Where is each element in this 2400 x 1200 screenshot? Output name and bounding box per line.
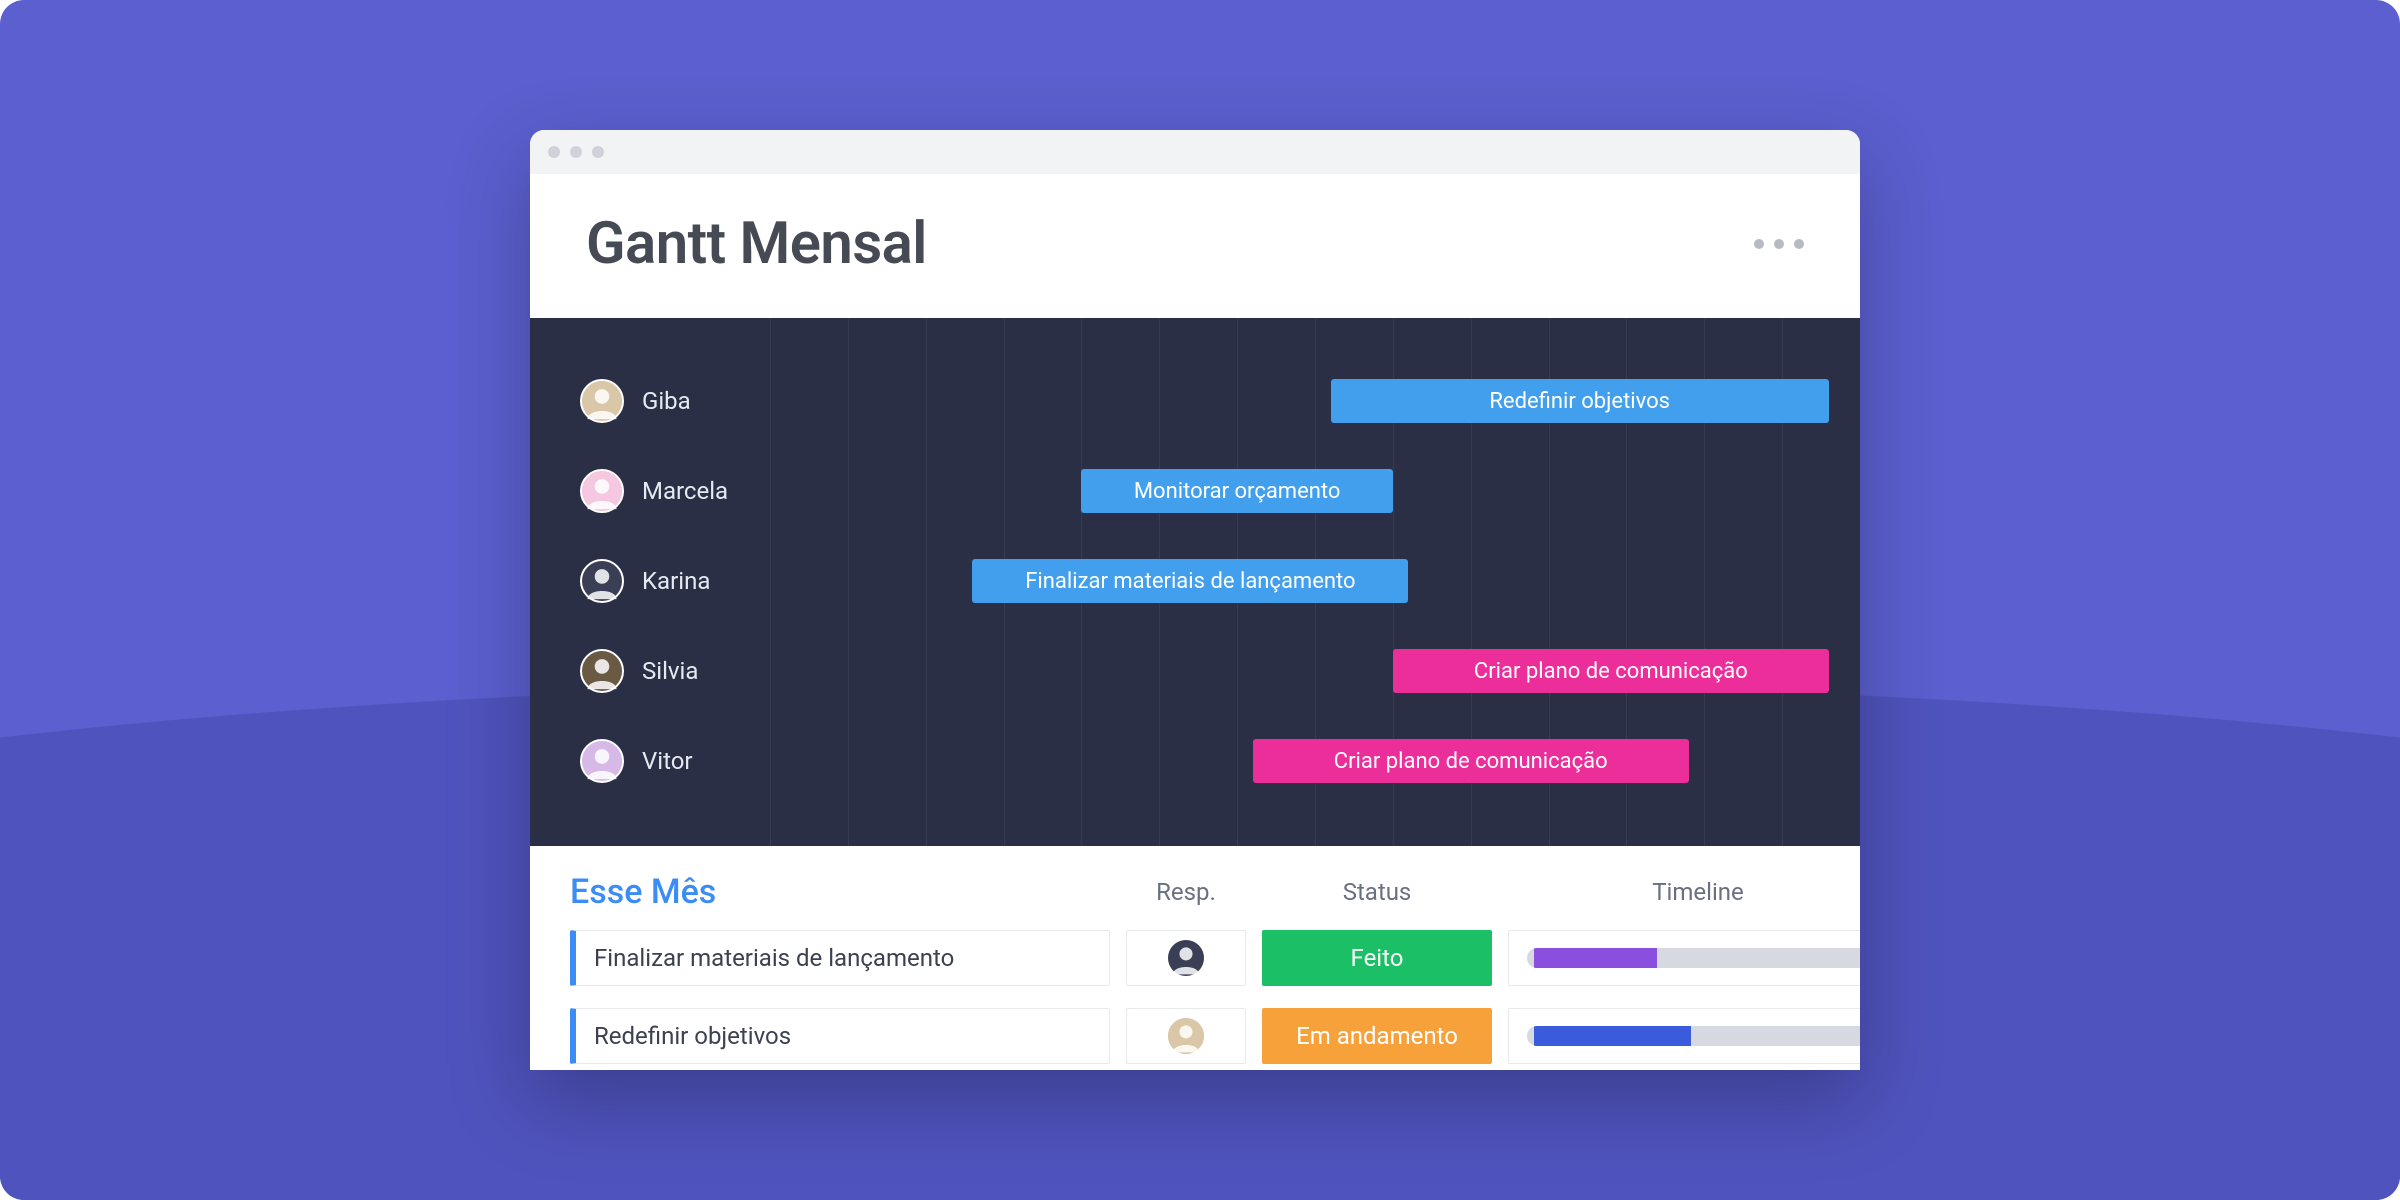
timeline-cell[interactable] [1508, 930, 1860, 986]
gantt-person-name: Karina [642, 567, 710, 595]
timeline-fill [1534, 948, 1657, 968]
gantt-task-label: Criar plano de comunicação [1334, 749, 1608, 774]
board-more-button[interactable] [1754, 239, 1804, 249]
timeline-track [1527, 948, 1860, 968]
avatar [1166, 938, 1206, 978]
gantt-person-name: Vitor [642, 747, 693, 775]
more-dots-icon [1754, 239, 1764, 249]
status-label: Feito [1351, 944, 1404, 972]
gantt-person[interactable]: Vitor [530, 739, 770, 783]
gantt-task-bar[interactable]: Criar plano de comunicação [1253, 739, 1689, 783]
gantt-person[interactable]: Marcela [530, 469, 770, 513]
more-dots-icon [1774, 239, 1784, 249]
table-group-title[interactable]: Esse Mês [570, 872, 1110, 912]
table-header: Esse Mês Resp. Status Timeline + [570, 872, 1820, 924]
column-header-status[interactable]: Status [1262, 878, 1492, 906]
board-header: Gantt Mensal [530, 174, 1860, 318]
gantt-person[interactable]: Giba [530, 379, 770, 423]
window-control-dot[interactable] [592, 146, 604, 158]
avatar [1166, 1016, 1206, 1056]
status-cell[interactable]: Em andamento [1262, 1008, 1492, 1064]
status-cell[interactable]: Feito [1262, 930, 1492, 986]
avatar [580, 379, 624, 423]
resp-cell[interactable] [1126, 930, 1246, 986]
window-control-dot[interactable] [570, 146, 582, 158]
gantt-task-bar[interactable]: Monitorar orçamento [1081, 469, 1392, 513]
stage: Gantt Mensal Giba Redefinir objetivos Marc… [0, 0, 2400, 1200]
gantt-task-label: Redefinir objetivos [1489, 389, 1670, 414]
timeline-fill [1534, 1026, 1691, 1046]
gantt-row: Marcela Monitorar orçamento [530, 446, 1860, 536]
resp-cell[interactable] [1126, 1008, 1246, 1064]
task-name-cell[interactable]: Finalizar materiais de lançamento [570, 930, 1110, 986]
gantt-person[interactable]: Silvia [530, 649, 770, 693]
gantt-row: Silvia Criar plano de comunicação [530, 626, 1860, 716]
gantt-person-name: Marcela [642, 477, 728, 505]
gantt-task-label: Criar plano de comunicação [1474, 659, 1748, 684]
board-title: Gantt Mensal [586, 210, 927, 278]
more-dots-icon [1794, 239, 1804, 249]
gantt-task-label: Monitorar orçamento [1134, 479, 1341, 504]
table-row: Redefinir objetivos Em andamento [570, 1002, 1820, 1070]
task-table: Esse Mês Resp. Status Timeline + Finaliz… [530, 846, 1860, 1070]
gantt-task-label: Finalizar materiais de lançamento [1025, 569, 1355, 594]
window-titlebar [530, 130, 1860, 174]
task-name: Finalizar materiais de lançamento [594, 944, 954, 972]
window-control-dot[interactable] [548, 146, 560, 158]
gantt-task-bar[interactable]: Criar plano de comunicação [1393, 649, 1829, 693]
avatar [580, 559, 624, 603]
gantt-row: Giba Redefinir objetivos [530, 356, 1860, 446]
status-label: Em andamento [1296, 1022, 1458, 1050]
gantt-row: Karina Finalizar materiais de lançamento [530, 536, 1860, 626]
gantt-row: Vitor Criar plano de comunicação [530, 716, 1860, 806]
gantt-task-bar[interactable]: Redefinir objetivos [1331, 379, 1829, 423]
gantt-person-name: Giba [642, 387, 691, 415]
task-name-cell[interactable]: Redefinir objetivos [570, 1008, 1110, 1064]
task-name: Redefinir objetivos [594, 1022, 791, 1050]
avatar [580, 649, 624, 693]
gantt-task-bar[interactable]: Finalizar materiais de lançamento [972, 559, 1408, 603]
column-header-timeline[interactable]: Timeline [1508, 878, 1860, 906]
avatar [580, 739, 624, 783]
avatar [580, 469, 624, 513]
app-window: Gantt Mensal Giba Redefinir objetivos Marc… [530, 130, 1860, 1070]
timeline-track [1527, 1026, 1860, 1046]
timeline-cell[interactable] [1508, 1008, 1860, 1064]
gantt-rows: Giba Redefinir objetivos Marcela Monitorar … [530, 356, 1860, 806]
gantt-person[interactable]: Karina [530, 559, 770, 603]
gantt-person-name: Silvia [642, 657, 698, 685]
table-row: Finalizar materiais de lançamento Feito [570, 924, 1820, 992]
column-header-resp[interactable]: Resp. [1126, 878, 1246, 906]
gantt-chart: Giba Redefinir objetivos Marcela Monitorar … [530, 318, 1860, 846]
